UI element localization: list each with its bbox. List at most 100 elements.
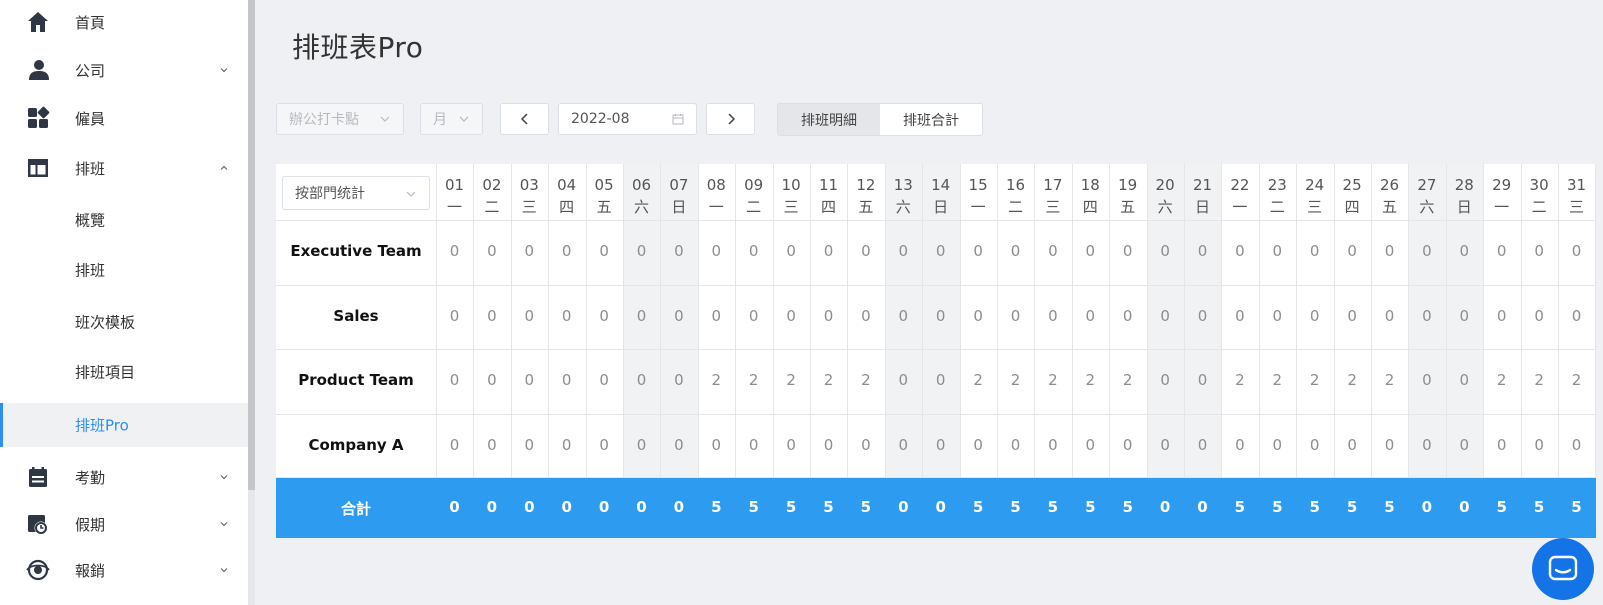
total-cell: 5 <box>1272 498 1283 516</box>
person-icon <box>29 60 49 80</box>
table-cell: 0 <box>487 435 497 454</box>
weekday-label: 五 <box>596 198 612 216</box>
weekday-label: 二 <box>1531 198 1547 216</box>
table-cell: 0 <box>524 242 535 260</box>
day-number: 25 <box>1342 176 1362 194</box>
table-cell: 0 <box>1347 435 1357 454</box>
total-cell: 5 <box>1533 498 1545 516</box>
total-cell: 0 <box>673 498 685 516</box>
nav-employees[interactable]: 僱員 <box>0 96 248 140</box>
day-header: 21 日 <box>1184 174 1221 218</box>
row-label: Company A <box>308 435 404 454</box>
location-select[interactable]: 辦公打卡點 <box>276 103 404 135</box>
table-cell: 2 <box>1309 371 1320 389</box>
table-cell: 0 <box>898 306 909 325</box>
sub-overview[interactable]: 概覽 <box>0 198 248 242</box>
table-cell: 0 <box>1122 242 1133 260</box>
weekday-label: 五 <box>858 198 874 216</box>
period-select[interactable]: 月 <box>420 103 483 135</box>
table-cell: 0 <box>1534 435 1544 454</box>
day-header: 19 五 <box>1109 174 1146 218</box>
day-number: 24 <box>1305 176 1325 194</box>
month-date-picker[interactable]: 2022-08 <box>558 103 697 135</box>
weekday-label: 四 <box>820 198 836 216</box>
nav-home[interactable]: 首頁 <box>0 0 248 44</box>
table-cell: 2 <box>1085 371 1096 389</box>
total-cell: 0 <box>1159 498 1171 516</box>
table-cell: 0 <box>1422 371 1432 389</box>
group-by-select[interactable]: 按部門统計 <box>282 176 430 210</box>
sub-schedule[interactable]: 排班 <box>0 248 248 292</box>
table-cell: 0 <box>449 435 460 454</box>
tab-schedule-total[interactable]: 排班合計 <box>880 104 982 135</box>
table-cell: 2 <box>1534 371 1544 389</box>
nav-reimbursement[interactable]: 報銷 <box>0 548 248 592</box>
total-cell: 0 <box>524 498 535 516</box>
table-cell: 0 <box>1459 242 1470 260</box>
table-cell: 0 <box>973 242 983 260</box>
weekday-label: 三 <box>783 198 799 216</box>
sub-schedule-pro[interactable]: 排班Pro <box>0 403 248 447</box>
row-label: Product Team <box>298 371 414 389</box>
weekday-label: 一 <box>1494 198 1510 216</box>
weekday-label: 二 <box>1269 198 1285 216</box>
table-cell: 0 <box>1197 306 1208 325</box>
apps-icon <box>28 106 50 128</box>
table-cell: 2 <box>1122 371 1133 389</box>
day-number: 23 <box>1267 176 1287 194</box>
nav-schedule[interactable]: 排班 <box>0 146 248 190</box>
weekday-label: 三 <box>1045 198 1061 216</box>
layout-icon <box>28 159 48 177</box>
eye-icon <box>26 559 50 581</box>
table-cell: 0 <box>674 435 684 454</box>
sub-shift-templates[interactable]: 班次模板 <box>0 300 248 344</box>
sidebar-scrollbar[interactable] <box>248 0 255 605</box>
next-month-button[interactable] <box>706 103 755 135</box>
day-header: 01 一 <box>436 174 473 218</box>
table-cell: 0 <box>1347 242 1357 260</box>
weekday-label: 三 <box>1568 198 1584 216</box>
table-cell: 0 <box>1160 435 1170 454</box>
prev-month-button[interactable] <box>500 103 549 135</box>
table-cell: 0 <box>823 242 834 260</box>
total-cell: 0 <box>1197 498 1208 516</box>
nav-attendance[interactable]: 考勤 <box>0 455 248 499</box>
table-cell: 0 <box>449 306 460 325</box>
table-cell: 0 <box>487 371 497 389</box>
nav-company-label: 公司 <box>75 61 106 80</box>
table-cell: 0 <box>487 242 497 260</box>
total-cell: 5 <box>748 498 759 516</box>
table-cell: 0 <box>1048 306 1058 325</box>
total-cell: 5 <box>785 498 797 516</box>
table-cell: 0 <box>1048 435 1058 454</box>
day-header: 15 一 <box>960 174 997 218</box>
total-cell: 5 <box>1085 498 1096 516</box>
total-cell: 0 <box>935 498 946 516</box>
nav-leave[interactable]: 假期 <box>0 502 248 546</box>
weekday-label: 四 <box>1082 198 1098 216</box>
table-cell: 0 <box>1309 306 1320 325</box>
table-cell: 0 <box>898 371 909 389</box>
table-cell: 0 <box>1496 306 1507 325</box>
table-cell: 0 <box>1272 306 1283 325</box>
nav-company[interactable]: 公司 <box>0 48 248 92</box>
table-cell: 0 <box>1010 435 1021 454</box>
chevron-down-icon <box>459 116 469 122</box>
total-cell: 0 <box>561 498 572 516</box>
table-cell: 0 <box>1085 306 1096 325</box>
total-cell: 5 <box>972 498 984 516</box>
sidebar-scrollbar-thumb[interactable] <box>248 0 255 490</box>
table-cell: 0 <box>1235 242 1245 260</box>
weekday-label: 五 <box>1381 198 1397 216</box>
weekday-label: 六 <box>1419 198 1435 216</box>
day-header: 08 一 <box>698 174 735 218</box>
sub-schedule-items[interactable]: 排班項目 <box>0 350 248 394</box>
table-cell: 0 <box>861 306 871 325</box>
day-header: 03 三 <box>511 174 548 218</box>
total-label: 合計 <box>340 500 371 518</box>
period-select-value: 月 <box>433 112 447 128</box>
table-cell: 0 <box>1197 371 1208 389</box>
tab-schedule-detail[interactable]: 排班明細 <box>778 104 880 135</box>
chat-launcher-button[interactable] <box>1532 538 1594 600</box>
total-cell: 5 <box>1496 498 1507 516</box>
